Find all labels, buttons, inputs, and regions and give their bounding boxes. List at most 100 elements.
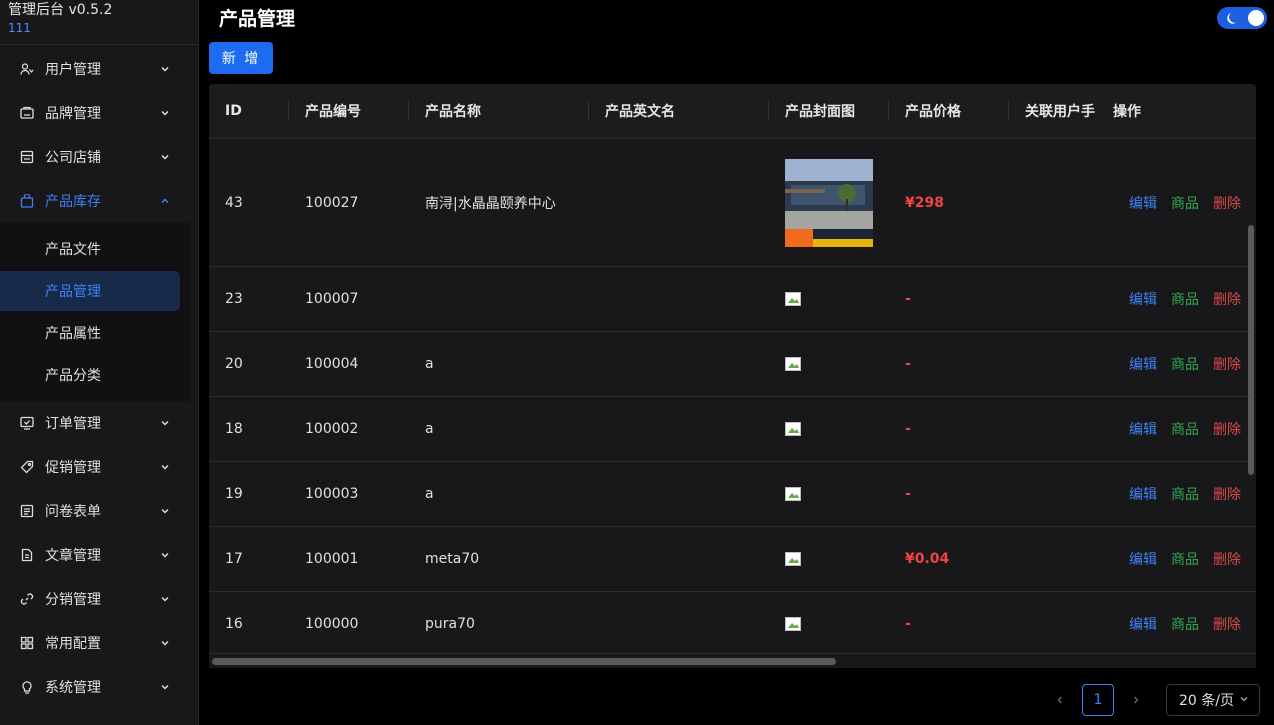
sidebar-subitem-product-attributes[interactable]: 产品属性: [0, 313, 180, 353]
sidebar-item-inventory[interactable]: 产品库存: [0, 179, 198, 223]
column-header[interactable]: 产品封面图: [769, 84, 889, 139]
column-header[interactable]: 产品编号: [289, 84, 409, 139]
column-header[interactable]: 关联用户手: [1009, 84, 1113, 139]
goods-link[interactable]: 商品: [1171, 196, 1199, 212]
horizontal-scrollbar[interactable]: [212, 658, 836, 665]
column-header[interactable]: 产品名称: [409, 84, 589, 139]
broken-image-icon[interactable]: [785, 617, 801, 631]
vertical-scrollbar[interactable]: [1248, 225, 1254, 475]
goods-link[interactable]: 商品: [1171, 487, 1199, 503]
next-page-icon[interactable]: [1120, 684, 1152, 716]
column-header: 操作: [1113, 84, 1256, 139]
bag-icon: [20, 194, 34, 208]
sidebar-item-label: 产品库存: [45, 194, 101, 210]
chevron-down-icon: [160, 594, 170, 604]
cell-en-name: [589, 461, 769, 527]
prev-page-icon[interactable]: [1044, 684, 1076, 716]
grid-icon: [20, 636, 34, 650]
cell-cover: [769, 526, 889, 592]
column-header[interactable]: 产品价格: [889, 84, 1009, 139]
chevron-down-icon: [160, 152, 170, 162]
cell-cover: [769, 138, 889, 267]
edit-link[interactable]: 编辑: [1129, 617, 1157, 633]
goods-link[interactable]: 商品: [1171, 552, 1199, 568]
column-header[interactable]: 产品英文名: [589, 84, 769, 139]
cell-name: a: [409, 461, 589, 527]
chevron-up-icon: [160, 196, 170, 206]
cell-user: [1009, 266, 1113, 332]
brand: 管理后台 v0.5.2 111: [0, 0, 198, 45]
sidebar-item-store[interactable]: 公司店铺: [0, 135, 198, 179]
delete-link[interactable]: 删除: [1213, 357, 1241, 373]
sidebar-item-promotions[interactable]: 促销管理: [0, 445, 198, 489]
sidebar-item-brand[interactable]: 品牌管理: [0, 91, 198, 135]
cell-en-name: [589, 526, 769, 592]
sidebar-item-forms[interactable]: 问卷表单: [0, 489, 198, 533]
sidebar-item-distribution[interactable]: 分销管理: [0, 577, 198, 621]
edit-link[interactable]: 编辑: [1129, 292, 1157, 308]
theme-toggle[interactable]: [1217, 7, 1267, 29]
edit-link[interactable]: 编辑: [1129, 196, 1157, 212]
delete-link[interactable]: 删除: [1213, 487, 1241, 503]
cell-actions: 编辑 商品 删除: [1113, 461, 1256, 527]
goods-link[interactable]: 商品: [1171, 292, 1199, 308]
delete-link[interactable]: 删除: [1213, 196, 1241, 212]
broken-image-icon[interactable]: [785, 487, 801, 501]
table-row: 20 100004 a - 编辑 商品 删除: [209, 331, 1256, 397]
sidebar-item-config[interactable]: 常用配置: [0, 621, 198, 665]
sidebar-subitem-product-management[interactable]: 产品管理: [0, 271, 180, 311]
cell-id: 19: [209, 461, 289, 527]
cell-name: 南浔|水晶晶颐养中心: [409, 138, 589, 267]
product-table: ID 产品编号 产品名称 产品英文名 产品封面图 产品价格 关联用户手 操作 4…: [209, 84, 1256, 668]
sidebar-item-articles[interactable]: 文章管理: [0, 533, 198, 577]
order-icon: [20, 416, 34, 430]
delete-link[interactable]: 删除: [1213, 292, 1241, 308]
sidebar-item-label: 用户管理: [45, 62, 101, 78]
broken-image-icon[interactable]: [785, 552, 801, 566]
tag-icon: [20, 460, 34, 474]
goods-link[interactable]: 商品: [1171, 617, 1199, 633]
sidebar-item-label: 促销管理: [45, 460, 101, 476]
sidebar-item-system[interactable]: 系统管理: [0, 665, 198, 709]
sidebar-item-label: 问卷表单: [45, 504, 101, 520]
delete-link[interactable]: 删除: [1213, 552, 1241, 568]
cell-cover: [769, 331, 889, 397]
edit-link[interactable]: 编辑: [1129, 422, 1157, 438]
sidebar-menu: 用户管理 品牌管理 公司店铺 产品库存: [0, 45, 198, 223]
sidebar-item-users[interactable]: 用户管理: [0, 47, 198, 91]
cell-name: a: [409, 396, 589, 462]
edit-link[interactable]: 编辑: [1129, 552, 1157, 568]
cell-name: a: [409, 331, 589, 397]
delete-link[interactable]: 删除: [1213, 422, 1241, 438]
page-title: 产品管理: [219, 8, 296, 30]
cell-user: [1009, 138, 1113, 267]
broken-image-icon[interactable]: [785, 422, 801, 436]
cover-thumbnail[interactable]: [785, 158, 873, 247]
cell-name: [409, 266, 589, 332]
sidebar: 管理后台 v0.5.2 111 用户管理 品牌管理 公司店铺 产品库存 产品文件…: [0, 0, 199, 725]
sidebar-subitem-product-files[interactable]: 产品文件: [0, 229, 180, 269]
page-size-select[interactable]: 20 条/页: [1166, 684, 1260, 716]
cell-price: -: [889, 331, 1009, 397]
cell-actions: 编辑 商品 删除: [1113, 266, 1256, 332]
cell-user: [1009, 461, 1113, 527]
table-header-row: ID 产品编号 产品名称 产品英文名 产品封面图 产品价格 关联用户手 操作: [209, 84, 1256, 139]
cell-cover: [769, 591, 889, 657]
app-title: 管理后台 v0.5.2: [8, 2, 113, 18]
sidebar-subitem-product-categories[interactable]: 产品分类: [0, 355, 180, 395]
broken-image-icon[interactable]: [785, 357, 801, 371]
edit-link[interactable]: 编辑: [1129, 357, 1157, 373]
inventory-submenu: 产品文件 产品管理 产品属性 产品分类: [0, 223, 191, 401]
user-name[interactable]: 111: [8, 19, 190, 37]
broken-image-icon[interactable]: [785, 292, 801, 306]
delete-link[interactable]: 删除: [1213, 617, 1241, 633]
add-button[interactable]: 新 增: [209, 42, 273, 74]
page-number[interactable]: 1: [1082, 684, 1114, 716]
edit-link[interactable]: 编辑: [1129, 487, 1157, 503]
goods-link[interactable]: 商品: [1171, 422, 1199, 438]
column-header[interactable]: ID: [209, 84, 289, 139]
sidebar-item-orders[interactable]: 订单管理: [0, 401, 198, 445]
sidebar-item-label: 系统管理: [45, 680, 101, 696]
cell-en-name: [589, 591, 769, 657]
goods-link[interactable]: 商品: [1171, 357, 1199, 373]
